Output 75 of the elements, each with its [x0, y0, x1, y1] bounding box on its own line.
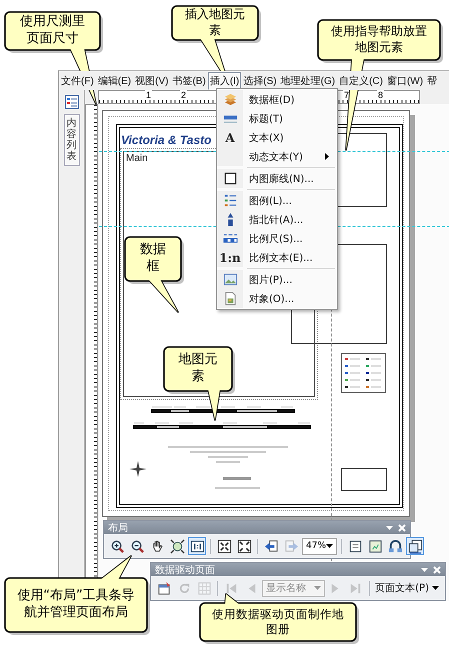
map-frame-icon	[368, 538, 383, 554]
menu-item[interactable]: 选择(S)	[241, 72, 279, 90]
menu-item[interactable]: 帮	[425, 72, 440, 90]
menu-item[interactable]: 编辑(E)	[96, 72, 134, 90]
menu-item[interactable]: 数据框(D)	[217, 90, 337, 109]
menu-item[interactable]: A 文本(X)	[217, 128, 337, 147]
forward-arrow-icon	[284, 538, 298, 554]
close-icon[interactable]	[398, 524, 406, 532]
toolbar-button[interactable]	[386, 537, 404, 555]
toolbar-button[interactable]	[406, 537, 424, 555]
menu-item[interactable]: 动态文本(Y)	[217, 147, 337, 166]
callout-text: 地图元素	[178, 352, 218, 386]
back-arrow-icon	[264, 538, 278, 554]
square-icon	[222, 171, 238, 186]
text-icon: A	[225, 132, 235, 144]
graphic-frame	[341, 468, 387, 491]
image-icon	[222, 272, 238, 287]
toolbar-title: 数据驱动页面	[155, 564, 215, 576]
menu-item[interactable]: 地理处理(G)	[278, 72, 338, 90]
table-of-contents-icon[interactable]	[64, 94, 80, 110]
scale-text-drawing	[223, 477, 251, 480]
pages-icon	[408, 538, 423, 554]
callout-text: 使用指导帮助放置地图元素	[330, 24, 428, 56]
fixed-zoom-in-icon	[216, 538, 232, 554]
dropdown-icon[interactable]	[421, 568, 428, 572]
toolbar-button[interactable]	[168, 537, 186, 555]
side-tab[interactable]: 内容列表	[64, 114, 80, 166]
table-icon	[196, 580, 212, 596]
text-icon: 1:n	[219, 252, 241, 264]
callout-text: 使用尺测里页面尺寸	[19, 14, 86, 48]
menu-item[interactable]: 窗口(W)	[384, 72, 426, 90]
menu-item[interactable]: 插入(I)	[208, 72, 242, 90]
menu-item[interactable]: 图片(P)...	[217, 270, 337, 289]
setup-icon	[156, 580, 172, 596]
callout-text: 数据框	[139, 242, 167, 276]
callout-text: 使用数据驱动页面制作地图册	[211, 607, 345, 637]
one-to-one-icon	[190, 538, 204, 554]
north-arrow-drawing	[128, 459, 148, 479]
menu-item[interactable]: 1:n 比例文本(E)...	[217, 248, 337, 267]
toolbar-button[interactable]	[235, 537, 253, 555]
document-icon	[222, 291, 238, 306]
page-text-button[interactable]: 页面文本(P)	[373, 581, 441, 595]
zoom-out-icon	[130, 538, 144, 554]
menu-item[interactable]: 内图廓线(N)...	[217, 169, 337, 188]
ruler-label: 2	[180, 90, 188, 100]
menu-item[interactable]: 书签(B)	[170, 72, 208, 90]
zoom-dropdown[interactable]: 47%	[302, 538, 338, 554]
zoom-in-icon	[110, 538, 124, 554]
menu-item[interactable]: 自定义(C)	[337, 72, 385, 90]
layers-icon	[222, 92, 238, 107]
toolbar-button[interactable]	[215, 537, 233, 555]
toolbar-button[interactable]	[188, 537, 206, 555]
ruler-label: 8	[377, 90, 384, 100]
menu-item[interactable]: 文件(F)	[59, 72, 96, 90]
caret-icon	[326, 544, 334, 548]
frame-label: Main	[126, 153, 148, 164]
ruler-label: 1	[145, 90, 152, 100]
submenu-arrow-icon	[325, 153, 329, 160]
change-layout-icon	[388, 538, 403, 554]
menu-item[interactable]: 图例(L)...	[217, 191, 337, 210]
legend-icon	[222, 193, 238, 208]
page-icon	[348, 538, 363, 554]
close-icon[interactable]	[433, 566, 441, 574]
callout-text: 使用“布局”工具条导航并管理页面布局	[16, 588, 136, 622]
menu-item[interactable]: 视图(V)	[133, 72, 170, 90]
callout-text: 插入地图元素	[184, 7, 246, 39]
caret-icon	[314, 586, 321, 590]
toolbar-title: 布局	[108, 522, 128, 534]
map-title: Victoria & Tasto	[121, 133, 212, 147]
caret-icon	[432, 586, 439, 590]
full-extent-icon	[170, 538, 184, 554]
dropdown-icon[interactable]	[386, 526, 393, 530]
legend-drawing	[341, 353, 386, 393]
fixed-zoom-out-icon	[236, 538, 252, 554]
menu-item[interactable]: 标题(T)	[217, 109, 337, 128]
